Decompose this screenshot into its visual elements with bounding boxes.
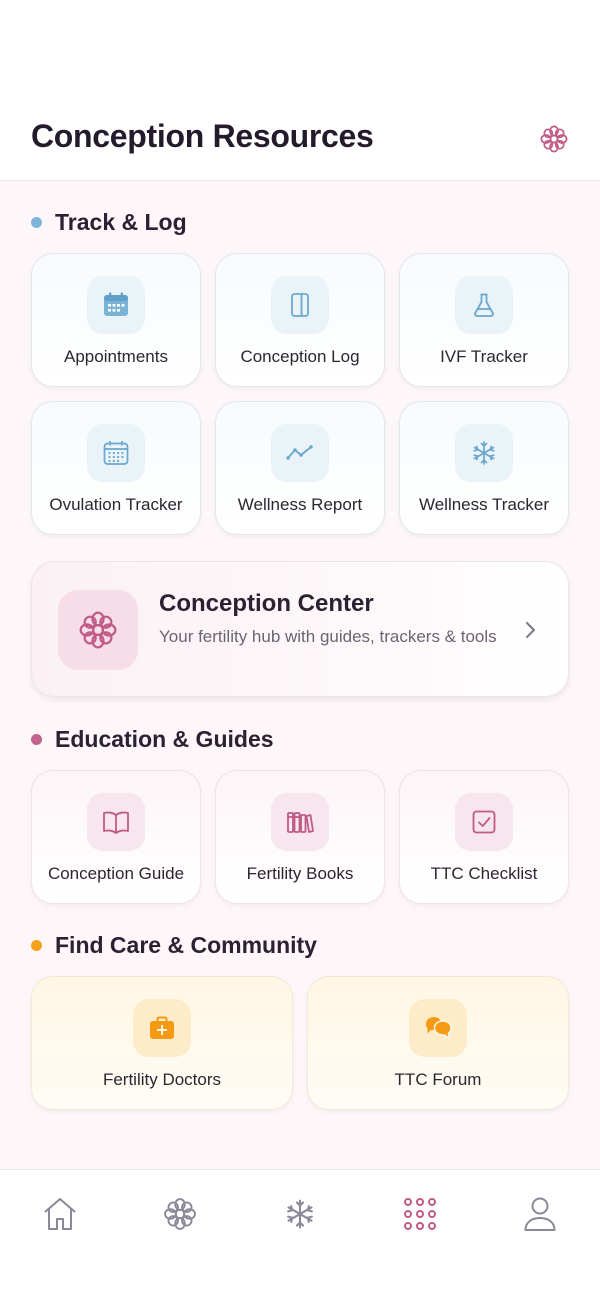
calendar-grid-icon — [87, 424, 145, 482]
tile-label: Conception Log — [240, 347, 360, 366]
books-icon — [271, 793, 329, 851]
tile-ttc-forum[interactable]: TTC Forum — [307, 976, 569, 1110]
tile-wellness-report[interactable]: Wellness Report — [215, 401, 385, 535]
tile-conception-log[interactable]: Conception Log — [215, 253, 385, 387]
center-title: Conception Center — [159, 590, 374, 617]
flask-icon — [455, 276, 513, 334]
tile-label: TTC Checklist — [430, 864, 538, 883]
tile-appointments[interactable]: Appointments — [31, 253, 201, 387]
center-subtitle: Your fertility hub with guides, trackers… — [159, 627, 497, 646]
nav-profile-icon[interactable] — [520, 1194, 560, 1234]
section-dot — [31, 216, 42, 228]
tile-label: Appointments — [64, 347, 168, 366]
tile-fertility-doctors[interactable]: Fertility Doctors — [31, 976, 293, 1110]
nav-snowflake-icon[interactable] — [280, 1194, 320, 1234]
tile-ttc-checklist[interactable]: TTC Checklist — [399, 770, 569, 904]
section-education-guides: Education & Guides — [31, 724, 274, 754]
chat-bubbles-icon — [409, 999, 467, 1057]
app-header: Conception Resources — [0, 0, 600, 181]
nav-flower-icon[interactable] — [160, 1194, 200, 1234]
conception-center-card[interactable]: Conception Center Your fertility hub wit… — [31, 561, 569, 697]
tile-wellness-tracker[interactable]: Wellness Tracker — [399, 401, 569, 535]
snowflake-icon — [455, 424, 513, 482]
tile-label: TTC Forum — [394, 1070, 482, 1089]
nav-apps-grid-icon[interactable] — [400, 1194, 440, 1234]
medical-kit-icon — [133, 999, 191, 1057]
tile-label: Wellness Tracker — [418, 495, 550, 514]
tile-label: IVF Tracker — [440, 347, 528, 366]
tile-label: Fertility Books — [246, 864, 354, 883]
section-dot — [31, 733, 42, 745]
tile-label: Wellness Report — [237, 495, 363, 514]
page-title: Conception Resources — [31, 118, 374, 154]
trend-line-icon — [271, 424, 329, 482]
tile-conception-guide[interactable]: Conception Guide — [31, 770, 201, 904]
flower-icon — [58, 590, 138, 670]
section-title: Find Care & Community — [55, 931, 317, 958]
section-title: Track & Log — [55, 208, 187, 235]
chevron-right-icon — [518, 618, 542, 642]
tile-ivf-tracker[interactable]: IVF Tracker — [399, 253, 569, 387]
nav-home-icon[interactable] — [40, 1194, 80, 1234]
checkbox-icon — [455, 793, 513, 851]
calendar-icon — [87, 276, 145, 334]
section-title: Education & Guides — [55, 725, 274, 752]
flower-icon[interactable] — [538, 123, 570, 155]
tile-fertility-books[interactable]: Fertility Books — [215, 770, 385, 904]
tile-label: Fertility Doctors — [102, 1070, 222, 1089]
open-book-icon — [87, 793, 145, 851]
section-find-care: Find Care & Community — [31, 930, 317, 960]
bottom-nav — [0, 1169, 600, 1298]
tile-label: Ovulation Tracker — [49, 495, 183, 514]
section-track-log: Track & Log — [31, 207, 187, 237]
section-dot — [31, 939, 42, 951]
notebook-icon — [271, 276, 329, 334]
tile-ovulation-tracker[interactable]: Ovulation Tracker — [31, 401, 201, 535]
tile-label: Conception Guide — [47, 864, 185, 883]
